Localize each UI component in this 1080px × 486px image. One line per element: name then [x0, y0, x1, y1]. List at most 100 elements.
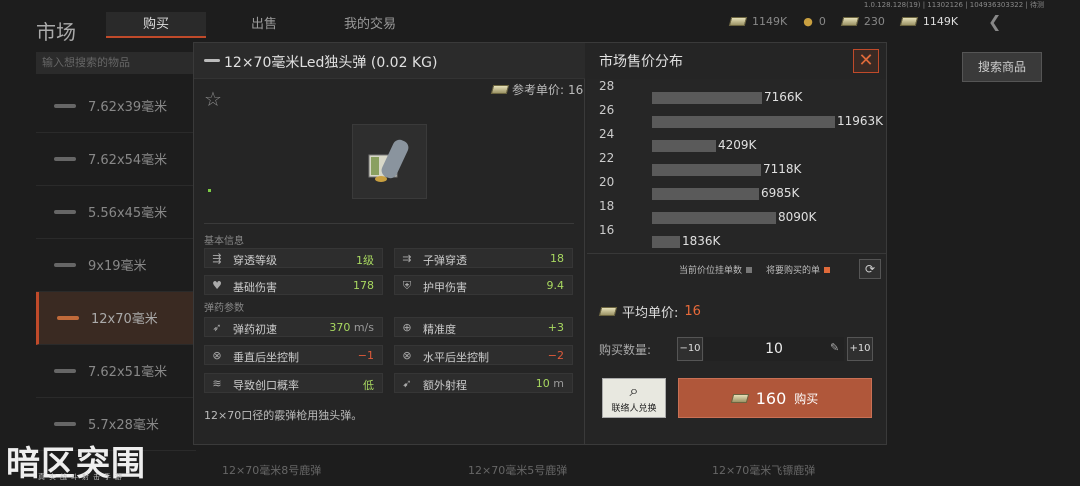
ammo-icon [54, 263, 76, 267]
stat-value: 178 [353, 279, 374, 292]
range-icon: ➹ [402, 377, 412, 390]
list-item-label: 9x19毫米 [88, 259, 147, 274]
quantity-label: 购买数量: [599, 343, 652, 357]
quantity-minus-button[interactable]: −10 [677, 337, 703, 361]
item-detail-modal: 12×70毫米Led独头弹 (0.02 KG) ☆ 参考单价: 16 基本信息 ⇶… [193, 42, 887, 445]
average-price-value: 16 [684, 304, 701, 319]
money-icon [490, 85, 510, 94]
stat-armor-damage: ⛨ 护甲伤害 9.4 [394, 275, 573, 295]
stat-unit: m/s [353, 321, 374, 334]
chart-bar-label: 7166K [764, 90, 803, 104]
chart-legend: 当前价位挂单数 将要购买的单 [679, 263, 831, 276]
y-tick-label: 18 [599, 199, 615, 213]
stat-penetration-level: ⇶ 穿透等级 1级 [204, 248, 383, 268]
stat-value: −1 [357, 349, 374, 362]
price-distribution-chart[interactable]: 28 26 24 22 20 18 16 7166K 11963K 4209K 7118K 6985… [587, 79, 886, 254]
chart-bar[interactable] [652, 116, 835, 128]
ammo-icon [54, 369, 76, 373]
buy-button[interactable]: 160 购买 [678, 378, 872, 418]
list-item[interactable]: 5.56x45毫米 [36, 186, 196, 239]
ammo-icon [54, 157, 76, 161]
currency-value: 0 [818, 15, 826, 28]
chart-bar[interactable] [652, 164, 761, 176]
stat-label: 护甲伤害 [423, 281, 467, 294]
list-item[interactable]: 7.62x39毫米 [36, 80, 196, 133]
chart-bar-label: 1836K [682, 234, 721, 248]
stat-extra-range: ➹ 额外射程 10 m [394, 373, 573, 393]
list-item-selected[interactable]: 12x70毫米 [36, 292, 196, 345]
reference-price: 参考单价: 16 [490, 81, 584, 98]
list-item-label: 7.62x39毫米 [88, 100, 168, 115]
stat-value: 10 [535, 377, 550, 390]
y-tick-label: 22 [599, 151, 615, 165]
chart-bar-label: 4209K [718, 138, 757, 152]
chart-bar[interactable] [652, 236, 680, 248]
ammo-icon [57, 316, 79, 320]
bullet-penetration-icon: ⇉ [402, 252, 412, 265]
reference-price-value: 16 [568, 82, 584, 97]
contact-exchange-button[interactable]: ⌕ 联络人兑换 [602, 378, 666, 418]
category-list: 7.62x39毫米 7.62x54毫米 5.56x45毫米 9x19毫米 12x… [36, 80, 196, 451]
money-icon [899, 17, 919, 26]
stat-bullet-penetration: ⇉ 子弹穿透 18 [394, 248, 573, 268]
ammo-icon [54, 210, 76, 214]
stat-label: 穿透等级 [233, 254, 277, 267]
stat-value: 9.4 [546, 279, 565, 292]
list-item-label: 5.7x28毫米 [88, 418, 159, 433]
chart-bar-label: 8090K [778, 210, 817, 224]
vertical-recoil-icon: ⊗ [212, 349, 222, 362]
bottom-item-label: 12×70毫米飞镖鹿弹 [712, 464, 816, 477]
search-goods-button[interactable]: 搜索商品 [962, 52, 1042, 82]
quantity-plus-button[interactable]: +10 [847, 337, 873, 361]
stat-wound-chance: ≋ 导致创口概率 低 [204, 373, 383, 393]
legend-listed-label: 当前价位挂单数 [679, 266, 743, 276]
list-item[interactable]: 9x19毫米 [36, 239, 196, 292]
page-title: 市场 [36, 20, 76, 44]
version-text: 1.0.128.128(19) | 11302126 | 10493630332… [863, 1, 1044, 9]
y-tick-label: 24 [599, 127, 615, 141]
bottom-item-label: 12×70毫米5号鹿弹 [468, 464, 568, 477]
stat-value: 18 [550, 252, 564, 265]
legend-buy-swatch [824, 266, 831, 273]
ammo-icon [204, 59, 220, 62]
refresh-button[interactable]: ⟳ [859, 259, 881, 279]
stat-label: 导致创口概率 [233, 379, 299, 392]
list-item[interactable]: 7.62x54毫米 [36, 133, 196, 186]
favorite-star-icon[interactable]: ☆ [204, 87, 222, 111]
search-input[interactable]: 输入想搜索的物品 [36, 52, 196, 74]
stat-label: 弹药初速 [233, 323, 277, 336]
tab-my-trades[interactable]: 我的交易 [320, 12, 420, 38]
average-price-label: 平均单价: [622, 306, 679, 321]
horizontal-recoil-icon: ⊗ [402, 349, 412, 362]
close-icon: ✕ [858, 50, 874, 71]
pencil-icon: ✎ [830, 341, 840, 354]
accuracy-icon: ⊕ [402, 321, 412, 334]
stat-label: 垂直后坐控制 [233, 351, 299, 364]
chart-bar[interactable] [652, 212, 776, 224]
list-item-label: 7.62x51毫米 [88, 365, 168, 380]
game-logo-subtitle: 真实战斗射击手游 [38, 473, 126, 481]
list-item[interactable]: 7.62x51毫米 [36, 345, 196, 398]
list-item-label: 5.56x45毫米 [88, 206, 168, 221]
item-info-pane: 12×70毫米Led独头弹 (0.02 KG) ☆ 参考单价: 16 基本信息 ⇶… [194, 43, 585, 444]
close-button[interactable]: ✕ [853, 49, 879, 73]
stat-value: 370 [329, 321, 351, 334]
bottom-item-label: 12×70毫米8号鹿弹 [222, 464, 322, 477]
ammo-icon [54, 422, 76, 426]
status-dot [208, 189, 211, 192]
quantity-input[interactable]: 10 [704, 337, 844, 361]
back-icon[interactable]: ❮ [988, 12, 1001, 31]
legend-buy-label: 将要购买的单 [766, 266, 821, 276]
heart-damage-icon: ♥ [212, 279, 222, 292]
chart-bar[interactable] [652, 188, 759, 200]
stat-label: 子弹穿透 [423, 254, 467, 267]
currency-value: 1149K [922, 15, 959, 28]
money-icon [730, 393, 749, 403]
coin-icon: ● [803, 15, 813, 28]
tab-sell[interactable]: 出售 [214, 12, 314, 38]
item-image [352, 124, 427, 199]
stat-label: 额外射程 [423, 379, 467, 392]
chart-bar[interactable] [652, 92, 762, 104]
chart-bar[interactable] [652, 140, 716, 152]
tab-buy[interactable]: 购买 [106, 12, 206, 38]
